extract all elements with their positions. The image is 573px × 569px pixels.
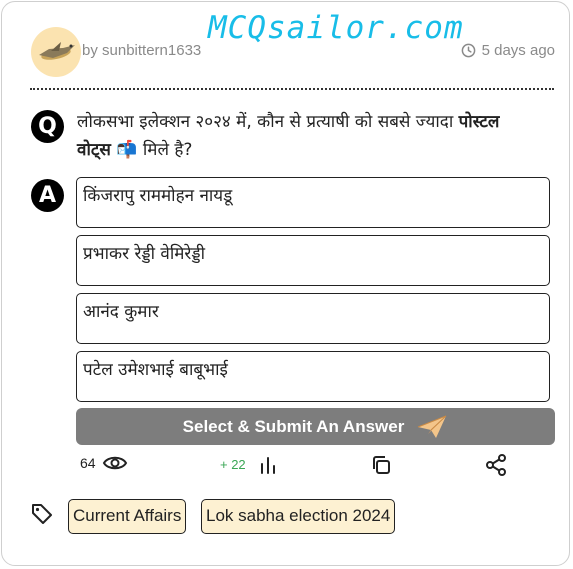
site-watermark: MCQsailor.com	[208, 10, 464, 46]
tag-lok-sabha-election[interactable]: Lok sabha election 2024	[201, 499, 396, 534]
divider	[30, 88, 554, 90]
answer-option-4[interactable]: पटेल उमेशभाई बाबूभाई	[76, 351, 550, 402]
answer-option-1[interactable]: किंजरापु राममोहन नायडू	[76, 177, 550, 228]
answer-option-3[interactable]: आनंद कुमार	[76, 293, 550, 344]
time-label: 5 days ago	[481, 42, 555, 59]
question-text-end: मिले है?	[137, 140, 193, 160]
post-time: 5 days ago	[461, 42, 555, 59]
views-counter: 64	[80, 454, 128, 472]
question-text-start: लोकसभा इलेक्शन २०२४ में, कौन से प्रत्याष…	[77, 112, 459, 132]
tag-current-affairs[interactable]: Current Affairs	[68, 499, 187, 534]
clock-icon	[461, 43, 475, 58]
question-text: लोकसभा इलेक्शन २०२४ में, कौन से प्रत्याष…	[77, 108, 537, 164]
mailbox-icon: 📬	[116, 140, 138, 160]
bird-icon	[39, 42, 75, 60]
submit-label: Select & Submit An Answer	[182, 416, 405, 436]
votes-count: + 22	[220, 456, 246, 472]
views-count: 64	[80, 455, 96, 471]
votes-counter: + 22	[220, 454, 278, 474]
answer-option-2[interactable]: प्रभाकर रेड्डी वेमिरेड्डी	[76, 235, 550, 286]
eye-icon	[102, 456, 127, 470]
author-name[interactable]: by sunbittern1633	[82, 42, 201, 59]
share-icon[interactable]	[485, 454, 507, 476]
stats-bar: 64 + 22	[0, 452, 573, 478]
paper-plane-icon	[418, 415, 447, 438]
avatar[interactable]	[31, 27, 81, 77]
answer-badge: A	[31, 179, 64, 212]
bar-chart-icon[interactable]	[258, 454, 278, 474]
copy-icon[interactable]	[370, 454, 392, 476]
question-badge: Q	[31, 110, 64, 143]
tag-icon	[32, 504, 52, 524]
submit-answer-button[interactable]: Select & Submit An Answer	[76, 408, 555, 445]
